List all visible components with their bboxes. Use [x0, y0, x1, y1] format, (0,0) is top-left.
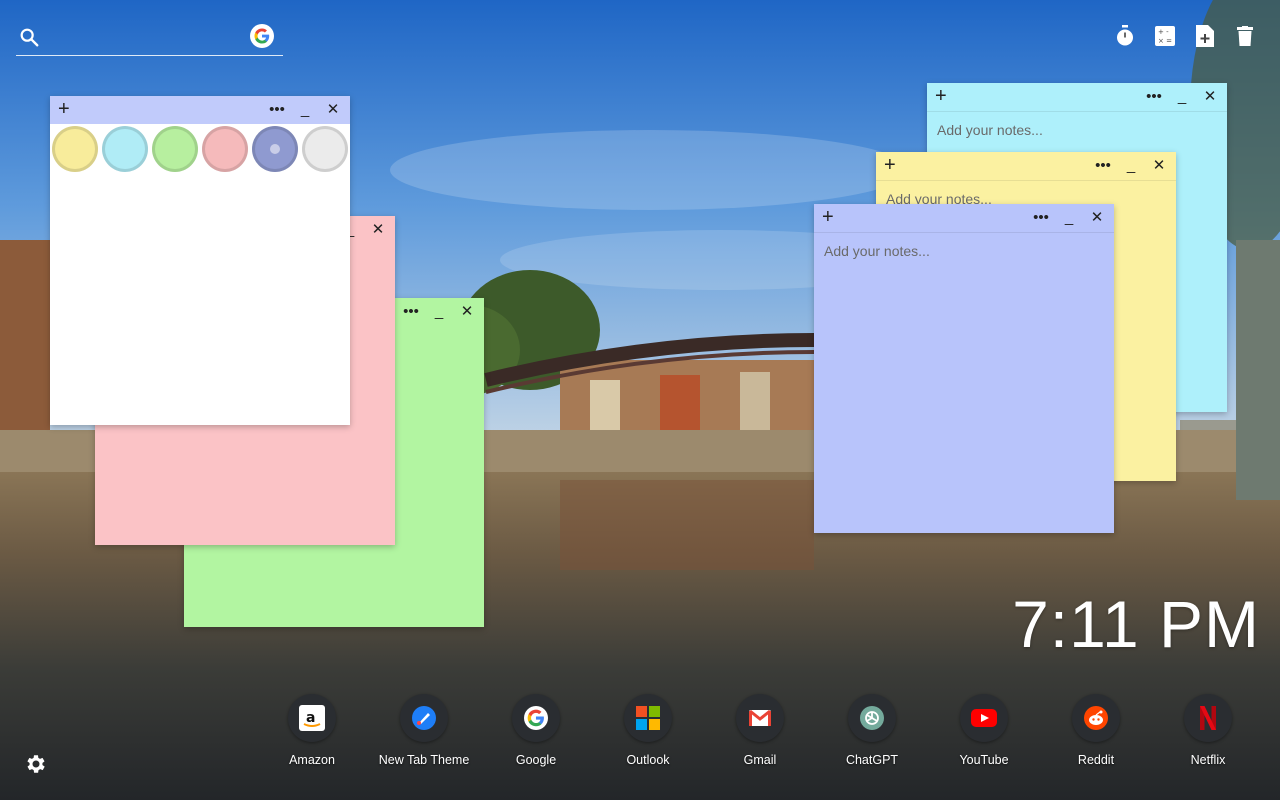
svg-text:a: a	[306, 710, 315, 726]
shortcut-label: ChatGPT	[845, 753, 899, 767]
new-note-icon[interactable]	[1194, 24, 1216, 48]
calculator-icon[interactable]: + - × =	[1154, 24, 1176, 48]
shortcut-reddit[interactable]: Reddit	[1040, 694, 1152, 767]
add-note-icon[interactable]: +	[58, 99, 76, 119]
netflix-icon	[1184, 694, 1232, 742]
minimize-icon[interactable]: _	[430, 302, 448, 320]
shortcut-amazon[interactable]: a Amazon	[256, 694, 368, 767]
timer-icon[interactable]	[1114, 24, 1136, 48]
more-options-icon[interactable]: •••	[1094, 156, 1112, 174]
amazon-icon: a	[288, 694, 336, 742]
close-icon[interactable]: ✕	[1201, 87, 1219, 105]
shortcut-label: Amazon	[289, 753, 335, 767]
close-icon[interactable]: ✕	[1150, 156, 1168, 174]
swatch-cyan[interactable]	[102, 126, 148, 172]
close-icon[interactable]: ✕	[1088, 208, 1106, 226]
settings-gear-icon[interactable]	[24, 752, 48, 776]
more-options-icon[interactable]: •••	[268, 100, 286, 118]
swatch-pink[interactable]	[202, 126, 248, 172]
shortcut-youtube[interactable]: YouTube	[928, 694, 1040, 767]
shortcut-google[interactable]: Google	[480, 694, 592, 767]
shortcut-label: New Tab Theme	[378, 753, 470, 767]
search-bar	[16, 22, 283, 56]
note-header: + ••• _ ✕	[876, 152, 1176, 180]
google-icon	[512, 694, 560, 742]
minimize-icon[interactable]: _	[296, 100, 314, 118]
chatgpt-icon	[848, 694, 896, 742]
shortcut-outlook[interactable]: Outlook	[592, 694, 704, 767]
minimize-icon[interactable]: _	[1060, 208, 1078, 226]
youtube-icon	[960, 694, 1008, 742]
swatch-white[interactable]	[302, 126, 348, 172]
note-header: + ••• _ ✕	[50, 96, 350, 124]
clock: 7:11 PM	[1012, 587, 1260, 661]
note-periwinkle: + ••• _ ✕	[814, 204, 1114, 533]
note-textarea[interactable]	[824, 243, 1104, 523]
reddit-icon	[1072, 694, 1120, 742]
shortcut-label: Gmail	[743, 753, 777, 767]
shortcut-label: Google	[515, 753, 557, 767]
google-search-icon[interactable]	[250, 24, 274, 48]
more-options-icon[interactable]: •••	[1032, 208, 1050, 226]
shortcut-label: Reddit	[1077, 753, 1115, 767]
add-note-icon[interactable]: +	[822, 207, 840, 227]
add-note-icon[interactable]: +	[884, 155, 902, 175]
note-header: + ••• _ ✕	[814, 204, 1114, 232]
shortcut-gmail[interactable]: Gmail	[704, 694, 816, 767]
shortcut-netflix[interactable]: Netflix	[1152, 694, 1264, 767]
shortcut-label: YouTube	[959, 753, 1009, 767]
shortcut-new-tab-theme[interactable]: New Tab Theme	[368, 694, 480, 767]
new-tab-theme-icon	[400, 694, 448, 742]
close-icon[interactable]: ✕	[458, 302, 476, 320]
add-note-icon[interactable]: +	[935, 86, 953, 106]
more-options-icon[interactable]: •••	[1145, 87, 1163, 105]
search-input[interactable]	[48, 24, 248, 52]
selected-indicator	[270, 144, 280, 154]
svg-text:× =: × =	[1158, 37, 1172, 45]
svg-text:+ -: + -	[1158, 28, 1169, 36]
shortcut-dock: a Amazon New Tab Theme Google Outlook Gm…	[256, 694, 1264, 767]
outlook-icon	[624, 694, 672, 742]
minimize-icon[interactable]: _	[1122, 156, 1140, 174]
swatch-periwinkle[interactable]	[252, 126, 298, 172]
swatch-yellow[interactable]	[52, 126, 98, 172]
shortcut-label: Netflix	[1190, 753, 1226, 767]
gmail-icon	[736, 694, 784, 742]
note-header: + ••• _ ✕	[927, 83, 1227, 111]
trash-icon[interactable]	[1234, 24, 1256, 48]
close-icon[interactable]: ✕	[369, 220, 387, 238]
swatch-green[interactable]	[152, 126, 198, 172]
search-icon[interactable]	[18, 26, 40, 48]
note-white: + ••• _ ✕	[50, 96, 350, 425]
top-toolbar: + - × =	[1114, 24, 1256, 48]
shortcut-chatgpt[interactable]: ChatGPT	[816, 694, 928, 767]
note-body	[814, 232, 1114, 533]
shortcut-label: Outlook	[626, 753, 670, 767]
color-picker	[52, 126, 348, 172]
close-icon[interactable]: ✕	[324, 100, 342, 118]
more-options-icon[interactable]: •••	[402, 302, 420, 320]
minimize-icon[interactable]: _	[1173, 87, 1191, 105]
